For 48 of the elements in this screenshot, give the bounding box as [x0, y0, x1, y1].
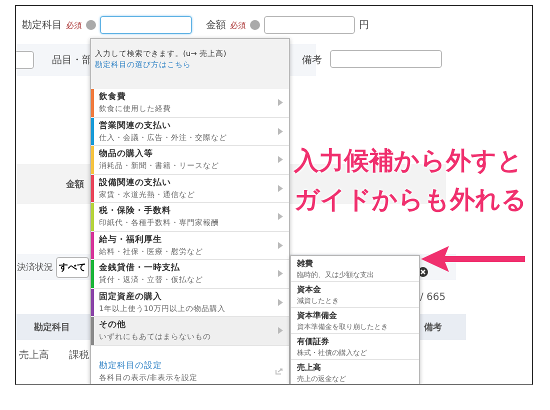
chevron-right-icon — [278, 327, 283, 334]
amount-input[interactable] — [264, 16, 355, 34]
field-label: 備考 — [302, 55, 322, 66]
submenu-title: 資本準備金 — [297, 310, 338, 320]
category-title: その他 — [99, 319, 127, 332]
table-cell-text: 課税 — [69, 348, 89, 362]
submenu-title: 雑費 — [297, 258, 314, 268]
category-title: 設備関連の支払い — [99, 176, 172, 189]
annotation-text: 入力候補から外すと — [294, 145, 524, 177]
page-count: / 665 — [420, 292, 446, 302]
chevron-right-icon — [278, 242, 283, 249]
help-icon[interactable] — [86, 20, 96, 30]
memo-input[interactable] — [330, 50, 442, 68]
required-tag: 必須 — [230, 20, 246, 30]
submenu-title: 資本金 — [297, 284, 322, 294]
chevron-right-icon — [278, 270, 283, 278]
arrow-icon — [421, 244, 526, 274]
filter-label: 決済状況 — [17, 262, 53, 274]
category-title: 営業関連の支払い — [99, 120, 172, 132]
category-title: 物品の購入等 — [99, 148, 154, 160]
chevron-right-icon — [278, 298, 283, 306]
chevron-right-icon — [278, 213, 283, 220]
status-select[interactable]: すべて — [56, 256, 89, 278]
text-input[interactable] — [16, 51, 34, 69]
column-header: 備考 — [424, 321, 442, 334]
table-cell-text: 売上高 — [19, 348, 49, 362]
column-header: 金額 — [66, 178, 84, 190]
account-input[interactable] — [100, 16, 192, 34]
field-label: 勘定科目 — [22, 18, 62, 32]
chevron-right-icon — [278, 99, 283, 106]
help-icon[interactable] — [250, 20, 260, 30]
category-title: 固定資産の購入 — [99, 290, 163, 303]
chevron-right-icon — [278, 184, 283, 192]
field-label: 金額 — [206, 18, 226, 32]
annotation-text: ガイドからも外れる — [294, 184, 527, 216]
chevron-right-icon — [278, 156, 283, 164]
submenu-title: 有価証券 — [297, 336, 330, 346]
submenu-title: 売上高 — [297, 362, 322, 372]
required-tag: 必須 — [66, 20, 82, 30]
unit-label: 円 — [359, 19, 369, 32]
external-link-icon — [275, 368, 283, 375]
chevron-right-icon — [278, 128, 283, 135]
category-title: 飲食費 — [99, 91, 127, 104]
column-header: 勘定科目 — [34, 321, 70, 334]
category-title: 税・保険・手数料 — [99, 205, 172, 218]
settings-link[interactable]: 勘定科目の設定 — [99, 360, 275, 372]
category-title: 給与・福利厚生 — [99, 234, 163, 246]
category-title: 金銭貸借・一時支払 — [99, 262, 181, 274]
